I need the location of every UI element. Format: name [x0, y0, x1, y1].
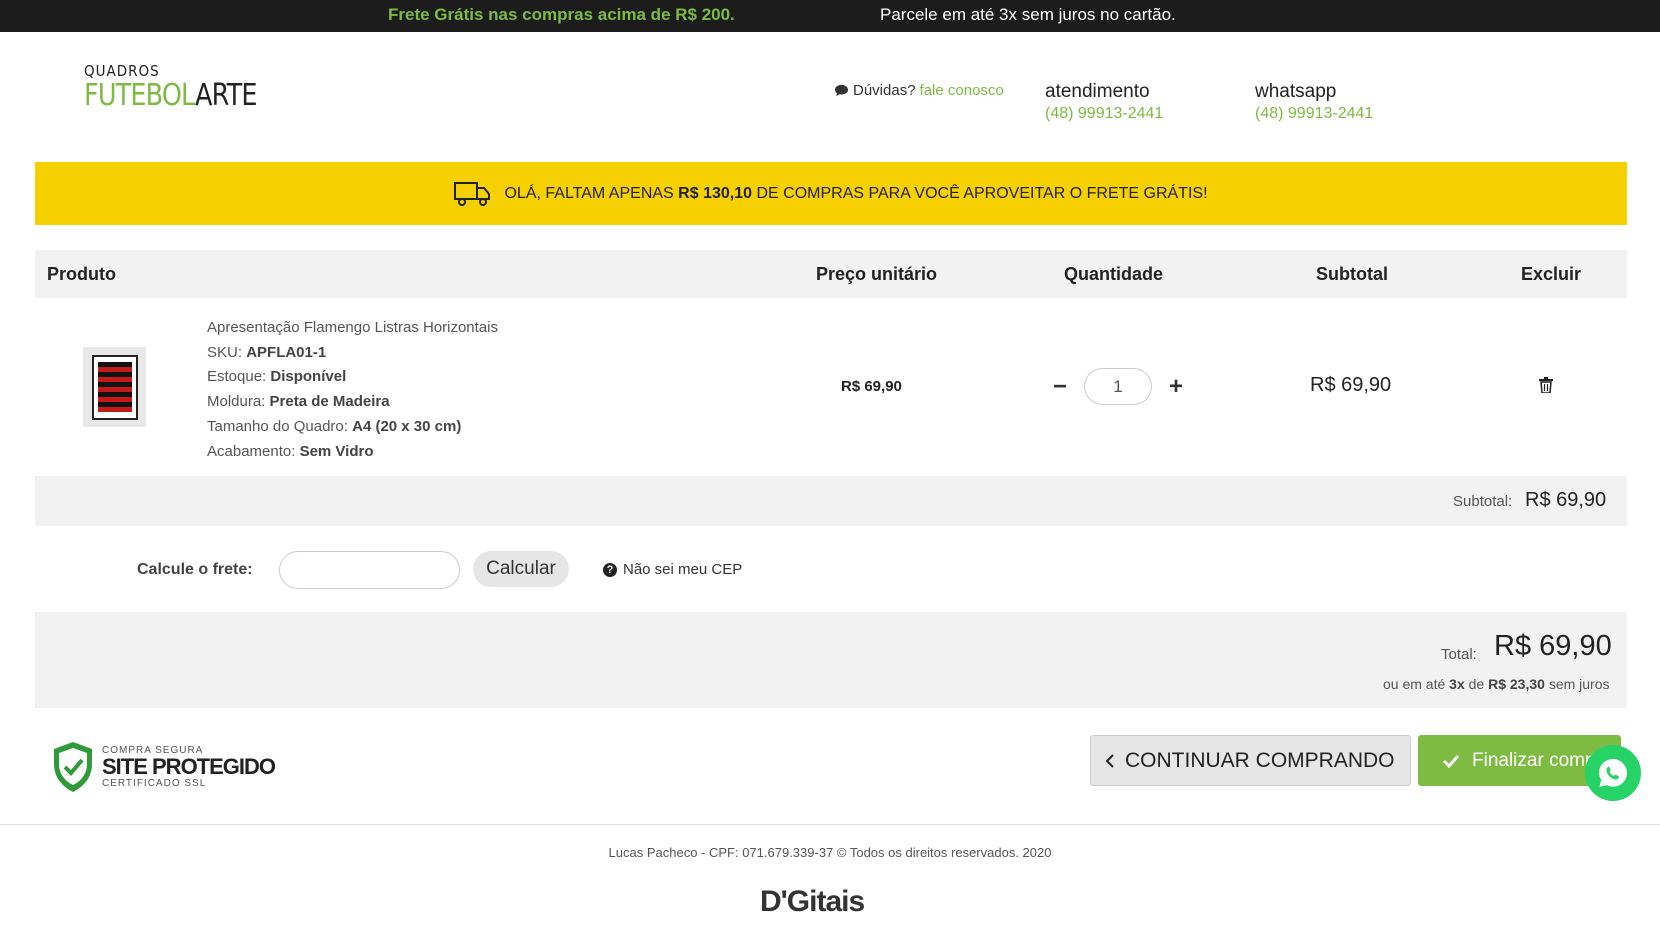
seal-line2: SITE PROTEGIDO	[102, 754, 276, 779]
quantity-input[interactable]: 1	[1084, 368, 1152, 405]
cart-item-row: Apresentação Flamengo Listras Horizontai…	[35, 298, 1627, 476]
header-subtotal: Subtotal	[1316, 264, 1388, 284]
questions-label: Dúvidas?	[853, 82, 916, 99]
subtotal-value: R$ 69,90	[1525, 489, 1607, 511]
total-label: Total:	[1441, 646, 1477, 663]
seal-line3: CERTIFICADO SSL	[102, 778, 207, 789]
check-icon	[1442, 754, 1460, 768]
row-subtotal: R$ 69,90	[1310, 374, 1392, 396]
chat-bubble-icon	[835, 84, 848, 97]
increase-quantity-button[interactable]: +	[1166, 373, 1186, 401]
product-frame: Moldura: Preta de Madeira	[207, 393, 390, 411]
product-thumbnail[interactable]	[83, 347, 146, 427]
whatsapp-label: whatsapp	[1255, 81, 1337, 102]
product-sku: SKU: APFLA01-1	[207, 343, 327, 361]
cep-input[interactable]	[279, 551, 460, 589]
product-size: Tamanho do Quadro: A4 (20 x 30 cm)	[207, 417, 462, 435]
trash-icon[interactable]	[1539, 377, 1553, 393]
service-label: atendimento	[1045, 81, 1150, 102]
quantity-stepper: − 1 +	[1050, 368, 1186, 405]
free-shipping-banner: OLÁ, FALTAM APENAS R$ 130,10 DE COMPRAS …	[35, 162, 1627, 225]
calculate-shipping-button[interactable]: Calcular	[473, 551, 569, 587]
whatsapp-chat-button[interactable]	[1585, 745, 1641, 801]
whatsapp-info: whatsapp (48) 99913-2441	[1255, 81, 1373, 123]
unknown-cep-link[interactable]: ? Não sei meu CEP	[603, 561, 742, 578]
product-name[interactable]: Apresentação Flamengo Listras Horizontai…	[207, 316, 498, 341]
whatsapp-phone[interactable]: (48) 99913-2441	[1255, 105, 1373, 123]
total-bar: Total: R$ 69,90 ou em até 3x de R$ 23,30…	[35, 612, 1627, 708]
installments-info: ou em até 3x de R$ 23,30 sem juros	[1383, 676, 1610, 692]
security-seal: COMPRA SEGURA SITE PROTEGIDO CERTIFICADO…	[50, 740, 276, 794]
service-phone[interactable]: (48) 99913-2441	[1045, 105, 1163, 123]
delivery-truck-icon	[454, 181, 491, 206]
logo-bottom-text: FUTEBOLARTE	[84, 78, 257, 113]
whatsapp-icon	[1599, 759, 1627, 787]
continue-shopping-label: CONTINUAR COMPRANDO	[1125, 748, 1395, 772]
shield-check-icon	[54, 742, 92, 792]
subtotal-bar: Subtotal: R$ 69,90	[35, 476, 1627, 526]
unknown-cep-label: Não sei meu CEP	[623, 561, 743, 578]
service-info: atendimento (48) 99913-2441	[1045, 81, 1163, 123]
total-value: R$ 69,90	[1494, 630, 1612, 662]
site-logo[interactable]: QUADROS FUTEBOLARTE	[84, 62, 287, 112]
header-delete: Excluir	[1521, 264, 1582, 284]
shipping-calc-label: Calcule o frete:	[137, 561, 253, 578]
copyright-text: Lucas Pacheco - CPF: 071.679.339-37 © To…	[608, 845, 1052, 860]
continue-shopping-button[interactable]: CONTINUAR COMPRANDO	[1090, 735, 1411, 786]
header-quantity: Quantidade	[1064, 264, 1164, 284]
developer-logo[interactable]: D'Gitais	[760, 885, 865, 919]
subtotal-label: Subtotal:	[1453, 493, 1513, 510]
chevron-left-icon	[1105, 753, 1114, 768]
product-details: Apresentação Flamengo Listras Horizontai…	[207, 316, 498, 464]
installments-promo: Parcele em até 3x sem juros no cartão.	[880, 5, 1176, 24]
unit-price: R$ 69,90	[841, 378, 902, 395]
shipping-banner-text: OLÁ, FALTAM APENAS R$ 130,10 DE COMPRAS …	[504, 184, 1208, 202]
header-unit-price: Preço unitário	[816, 264, 938, 284]
header-product: Produto	[47, 264, 116, 284]
product-stock: Estoque: Disponível	[207, 368, 347, 386]
contact-help: Dúvidas? fale conosco	[834, 82, 1004, 99]
footer-divider	[0, 824, 1660, 825]
contact-us-link[interactable]: fale conosco	[920, 82, 1004, 99]
free-shipping-promo: Frete Grátis nas compras acima de R$ 200…	[388, 5, 735, 24]
product-finish: Acabamento: Sem Vidro	[207, 442, 374, 460]
decrease-quantity-button[interactable]: −	[1050, 373, 1070, 401]
cart-table-header: Produto Preço unitário Quantidade Subtot…	[35, 250, 1627, 298]
remaining-amount: R$ 130,10	[678, 184, 753, 202]
question-icon: ?	[603, 562, 617, 577]
top-promo-bar: Frete Grátis nas compras acima de R$ 200…	[0, 0, 1660, 32]
